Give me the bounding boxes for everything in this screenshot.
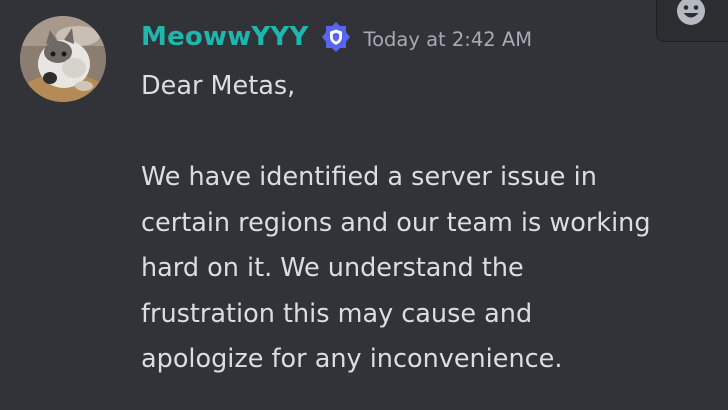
user-avatar[interactable] — [20, 16, 106, 102]
message-line: hard on it. We understand the — [141, 253, 524, 283]
chat-message: MeowwYYY Today at 2:42 AM Dear Metas, We… — [0, 0, 728, 410]
message-content: Dear Metas, We have identified a server … — [141, 64, 721, 383]
message-line: apologize for any inconvenience. — [141, 344, 563, 374]
author-name[interactable]: MeowwYYY — [141, 22, 309, 52]
cat-avatar-image — [20, 16, 106, 102]
message-header: MeowwYYY Today at 2:42 AM — [141, 12, 532, 62]
message-line: We have identified a server issue in — [141, 162, 597, 192]
emoji-smile-icon[interactable] — [675, 0, 707, 27]
message-greeting: Dear Metas, — [141, 71, 296, 101]
message-line: certain regions and our team is working — [141, 207, 651, 238]
shield-badge-icon[interactable] — [319, 20, 353, 54]
message-actions-toolbar — [656, 0, 728, 42]
message-timestamp[interactable]: Today at 2:42 AM — [364, 28, 533, 51]
message-line: frustration this may cause and — [141, 298, 533, 329]
